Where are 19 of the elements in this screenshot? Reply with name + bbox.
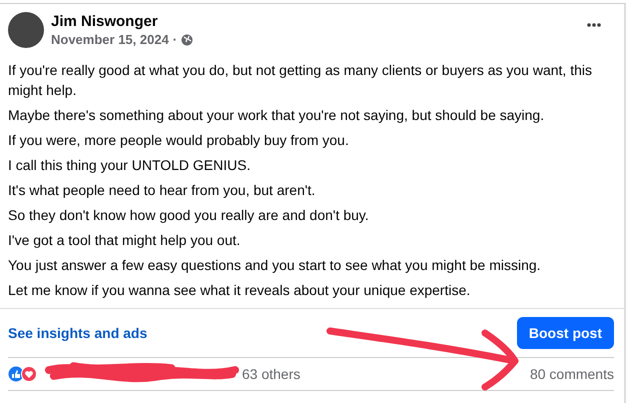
comment-count[interactable]: 80 comments (530, 366, 614, 382)
post-paragraph: So they don't know how good you really are and don't buy. (8, 206, 370, 225)
post-paragraph: If you were, more people would probably buy from you. (8, 131, 350, 150)
post-paragraph: If you're really good at what you do, but not getting as many clients or buyers as you want, this might help. (8, 61, 593, 100)
insights-link[interactable]: See insights and ads (8, 325, 148, 341)
post-paragraph: It's what people need to hear from you, but aren't. (8, 181, 316, 200)
author-name[interactable]: Jim Niswonger (51, 13, 579, 30)
post-paragraph: Maybe there's something about your work that you're not saying, but should be saying. (8, 106, 546, 125)
post-paragraph: I've got a tool that might help you out. (8, 231, 242, 250)
post-paragraph: Let me know if you wanna see what it reveals about your unique expertise. (8, 281, 472, 300)
reaction-count[interactable]: 63 others (242, 366, 300, 382)
more-options-icon[interactable] (586, 22, 602, 28)
post-paragraph: You just answer a few easy questions and you start to see what you might be missing. (8, 256, 542, 275)
separator: · (172, 32, 178, 47)
boost-post-button[interactable]: Boost post (516, 317, 614, 349)
avatar[interactable] (8, 12, 44, 48)
reaction-icons[interactable] (8, 366, 38, 382)
post-date[interactable]: November 15, 2024 (51, 32, 169, 47)
post-paragraph: I call this thing your UNTOLD GENIUS. (8, 156, 252, 175)
